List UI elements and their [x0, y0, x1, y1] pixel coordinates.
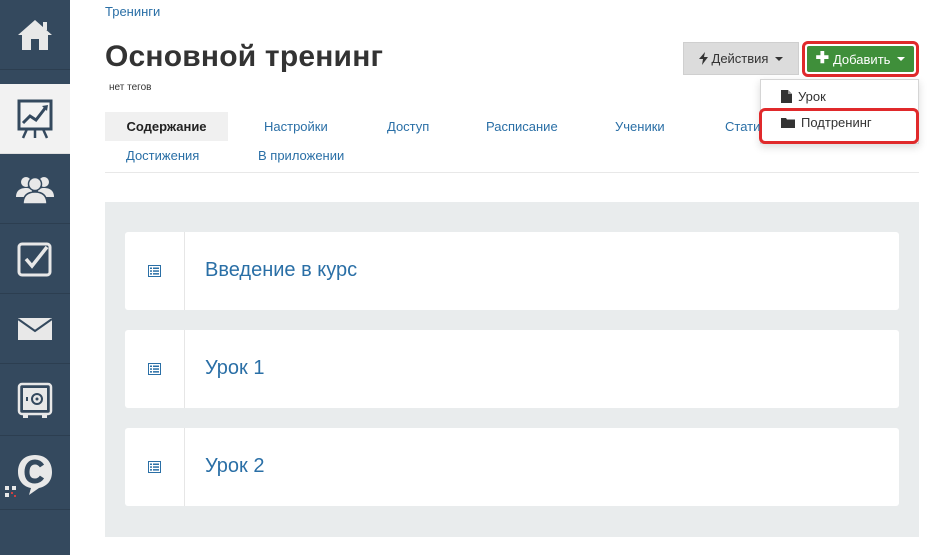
sidebar-item-users[interactable]: [0, 154, 70, 224]
lesson-icon-cell: [125, 428, 185, 506]
tab-content[interactable]: Содержание: [105, 112, 228, 141]
chevron-down-icon: [775, 56, 784, 61]
lesson-title[interactable]: Урок 2: [205, 455, 264, 478]
users-icon: [16, 176, 54, 205]
menu-item-lesson[interactable]: Урок: [781, 89, 826, 104]
chart-board-icon: [17, 99, 53, 139]
lessons-panel: Введение в курс Урок 1 Урок 2: [105, 202, 919, 537]
tab-schedule[interactable]: Расписание: [486, 119, 558, 134]
tab-access[interactable]: Доступ: [387, 119, 429, 134]
checkbox-icon: [17, 242, 52, 276]
actions-button[interactable]: Действия: [683, 42, 799, 75]
add-button[interactable]: ✚ Добавить: [807, 46, 914, 72]
lesson-icon-cell: [125, 330, 185, 408]
sidebar-item-tasks[interactable]: [0, 224, 70, 294]
sidebar-item-mail[interactable]: [0, 294, 70, 364]
lesson-item[interactable]: Урок 2: [125, 428, 899, 506]
lesson-item[interactable]: Урок 1: [125, 330, 899, 408]
lesson-item[interactable]: Введение в курс: [125, 232, 899, 310]
sidebar-item-chat[interactable]: [0, 438, 70, 510]
sidebar-item-home[interactable]: [0, 0, 70, 70]
lesson-icon-cell: [125, 232, 185, 310]
lesson-title[interactable]: Введение в курс: [205, 259, 357, 282]
tags-label: нет тегов: [109, 82, 152, 93]
sidebar-item-safe[interactable]: [0, 366, 70, 436]
add-label: Добавить: [832, 51, 891, 67]
tab-students[interactable]: Ученики: [615, 119, 665, 134]
lightning-icon: [698, 52, 708, 65]
home-icon: [18, 19, 52, 50]
tab-statistics[interactable]: Стати: [725, 119, 760, 134]
mail-icon: [17, 317, 53, 340]
subtraining-highlight: [759, 108, 919, 144]
tab-in-app[interactable]: В приложении: [258, 148, 344, 163]
list-icon: [148, 461, 161, 473]
page-title: Основной тренинг: [105, 40, 384, 73]
chat-logo-icon: [18, 454, 52, 495]
sidebar: [0, 0, 70, 555]
add-button-highlight: ✚ Добавить: [802, 41, 919, 77]
list-icon: [148, 265, 161, 277]
breadcrumb[interactable]: Тренинги: [105, 4, 160, 19]
plus-icon: ✚: [815, 50, 829, 67]
actions-label: Действия: [711, 51, 769, 66]
tabs-divider: [105, 172, 919, 173]
file-icon: [781, 90, 792, 103]
chevron-down-icon: [897, 57, 906, 61]
safe-icon: [17, 382, 53, 418]
lesson-title[interactable]: Урок 1: [205, 357, 264, 380]
list-icon: [148, 363, 161, 375]
qr-icon: [5, 486, 16, 497]
tab-settings[interactable]: Настройки: [264, 119, 328, 134]
menu-item-label: Урок: [798, 89, 826, 104]
sidebar-item-trainings[interactable]: [0, 84, 70, 154]
tab-achievements[interactable]: Достижения: [126, 148, 199, 163]
